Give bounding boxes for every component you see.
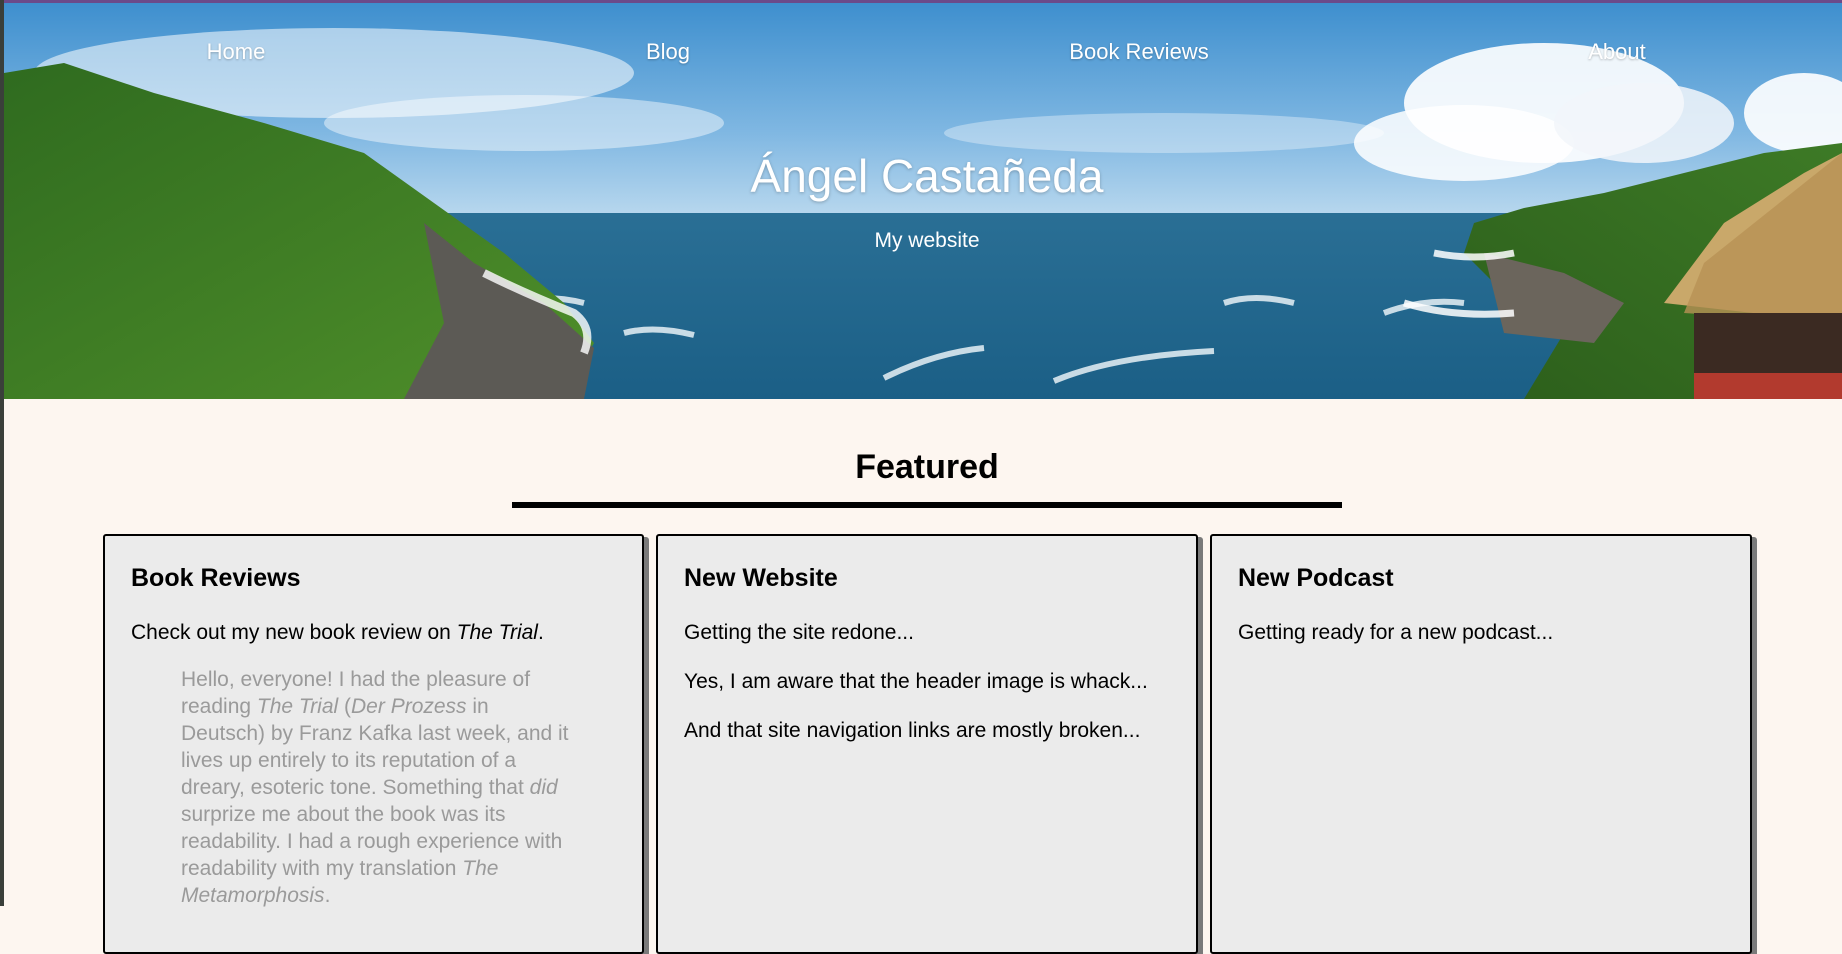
card-paragraph: Yes, I am aware that the header image is… [684,670,1148,693]
nav-blog-link[interactable]: Blog [646,39,690,65]
card-title: Book Reviews [131,564,301,592]
new-podcast-card[interactable]: New Podcast Getting ready for a new podc… [1210,534,1752,954]
nav-about-link[interactable]: About [1588,39,1646,65]
nav-home-link[interactable]: Home [207,39,266,65]
card-paragraph: Getting ready for a new podcast... [1238,621,1554,644]
nav-book-reviews-link[interactable]: Book Reviews [1069,39,1208,65]
header-banner: Home Blog Book Reviews About Ángel Casta… [4,3,1842,399]
featured-heading: Featured [855,448,999,486]
card-title: New Podcast [1238,564,1394,592]
book-reviews-card[interactable]: Book Reviews Check out my new book revie… [103,534,644,954]
featured-divider [512,502,1342,508]
site-title: Ángel Castañeda [750,150,1104,202]
new-website-card[interactable]: New Website Getting the site redone... Y… [656,534,1198,954]
card-title: New Website [684,564,838,592]
book-title-link: The Trial [456,621,538,644]
card-paragraph: Getting the site redone... [684,621,914,644]
card-paragraph: And that site navigation links are mostl… [684,719,1141,742]
site-subtitle: My website [874,229,980,252]
card-intro: Check out my new book review on The Tria… [131,621,544,644]
review-excerpt-quote: Hello, everyone! I had the pleasure of r… [181,668,569,907]
